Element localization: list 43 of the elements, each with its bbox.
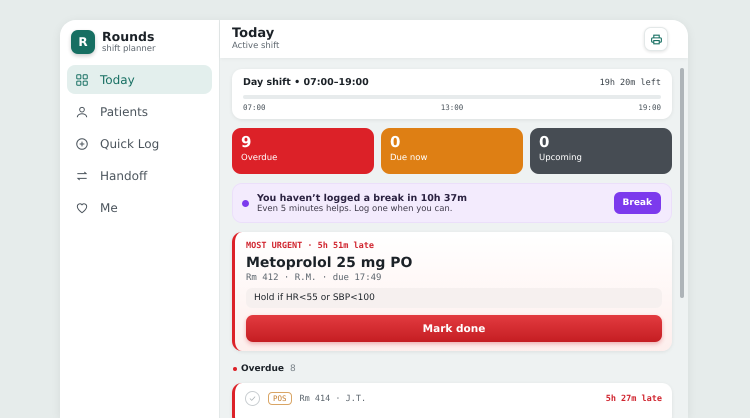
- heart-icon: [75, 200, 89, 214]
- person-icon: [75, 104, 89, 118]
- shift-title: Day shift • 07:00–19:00: [243, 77, 369, 88]
- nav-item[interactable]: Patients: [67, 97, 212, 126]
- stat-card[interactable]: 0 Upcoming: [530, 128, 672, 174]
- check-icon: [248, 394, 257, 403]
- mark-done-button[interactable]: Mark done: [246, 315, 662, 342]
- page-subtitle: Active shift: [232, 41, 280, 52]
- late-label: 5h 27m late: [606, 394, 662, 404]
- mark-done-button[interactable]: [245, 391, 260, 406]
- nav-item[interactable]: Quick Log: [67, 129, 212, 158]
- stat-count: 9: [241, 135, 252, 150]
- nav-item[interactable]: Handoff: [67, 161, 212, 190]
- nav-item[interactable]: Today: [67, 65, 212, 94]
- page-title: Today: [232, 26, 276, 42]
- medication-note: Hold if HR<55 or SBP<100: [246, 288, 662, 308]
- break-title: You haven’t logged a break in 10h 37m: [257, 192, 468, 204]
- section-title: Overdue: [241, 364, 284, 374]
- time-remaining: 19h 20m left: [600, 78, 661, 88]
- stat-label: Overdue: [241, 153, 278, 163]
- nav-item[interactable]: Me: [67, 193, 212, 222]
- overdue-dot: [233, 367, 237, 371]
- plus-circle-icon: [75, 136, 89, 150]
- stat-label: Due now: [390, 153, 428, 163]
- printer-icon: [650, 32, 662, 46]
- arrows-icon: [75, 168, 89, 182]
- print-button[interactable]: [644, 27, 668, 51]
- medication-title: Metoprolol 25 mg PO: [246, 255, 414, 271]
- status-dot: [242, 200, 249, 206]
- app-name: Rounds: [102, 30, 156, 44]
- stat-count: 0: [390, 135, 402, 150]
- stat-card[interactable]: 9 Overdue: [232, 128, 374, 174]
- urgency-label: MOST URGENT · 5h 51m late: [246, 241, 375, 251]
- break-message: Even 5 minutes helps. Log one when you can.: [257, 204, 454, 214]
- break-button[interactable]: Break: [614, 192, 661, 214]
- stat-label: Upcoming: [539, 153, 583, 163]
- app-logo: R: [71, 30, 95, 54]
- grid-icon: [75, 72, 89, 86]
- task-meta: Rm 414 · J.T.: [300, 394, 368, 404]
- section-count: 8: [290, 364, 296, 374]
- medication-meta: Rm 412 · R.M. · due 17:49: [246, 273, 382, 283]
- app-subtitle: shift planner: [102, 44, 156, 54]
- stat-count: 0: [539, 135, 550, 150]
